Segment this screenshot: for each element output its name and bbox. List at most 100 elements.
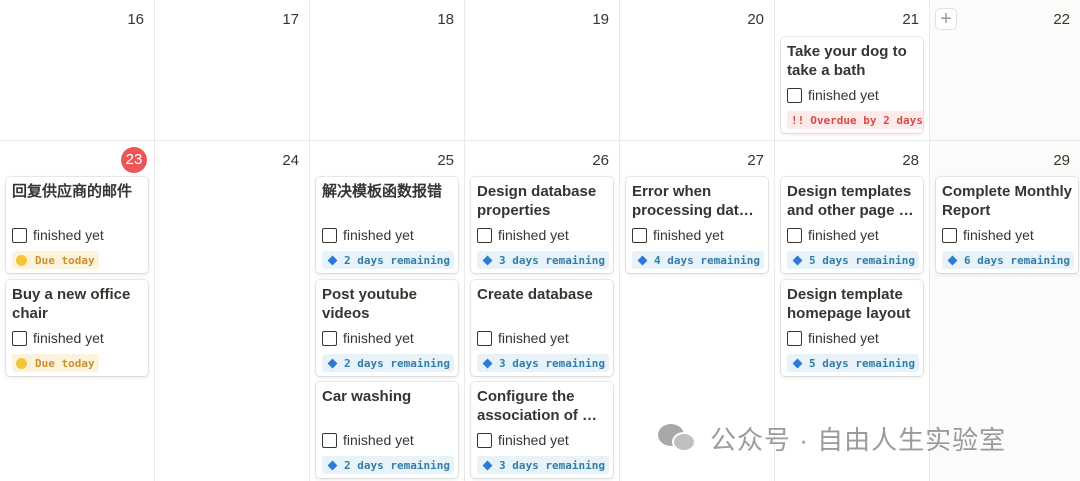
checkbox-row: finished yet (322, 224, 452, 246)
task-title: Car washing (322, 388, 412, 405)
watermark: 公众号 · 自由人生实验室 (658, 420, 1006, 456)
done-checkbox[interactable] (12, 227, 27, 243)
remaining-badge: 5 days remaining (787, 354, 919, 372)
task-title: Buy a new office chair (12, 286, 131, 322)
week-row: 16 17 18 19 20 21 Take your dog to take … (0, 0, 1080, 141)
day-cell-23[interactable]: 23 回复供应商的邮件 finished yet Due today Buy a… (0, 141, 155, 481)
day-cell-16[interactable]: 16 (0, 0, 155, 140)
checkbox-label: finished yet (808, 330, 879, 346)
checkbox-row: finished yet (787, 84, 917, 106)
overdue-badge: !! Overdue by 2 days (787, 111, 923, 129)
day-number: 24 (282, 152, 299, 169)
done-checkbox[interactable] (322, 330, 337, 346)
done-checkbox[interactable] (322, 227, 337, 243)
yellow-dot-icon (16, 357, 27, 369)
day-number: 28 (902, 152, 919, 169)
checkbox-label: finished yet (33, 227, 104, 243)
done-checkbox[interactable] (477, 330, 492, 346)
task-title: Design templates and other page … (787, 183, 914, 219)
day-number: 22 (1053, 11, 1070, 28)
task-card[interactable]: Create database finished yet 3 days rema… (471, 280, 613, 376)
remaining-badge: 3 days remaining (477, 251, 609, 269)
day-cell-24[interactable]: 24 (155, 141, 310, 481)
task-card[interactable]: Complete Monthly Report finished yet 6 d… (936, 177, 1078, 273)
badge-text: 2 days remaining (344, 356, 450, 370)
done-checkbox[interactable] (477, 227, 492, 243)
checkbox-label: finished yet (498, 330, 569, 346)
task-card[interactable]: Design database properties finished yet … (471, 177, 613, 273)
add-task-button[interactable]: + (935, 8, 957, 30)
done-checkbox[interactable] (787, 87, 802, 103)
badge-text: 3 days remaining (499, 253, 605, 267)
task-title: Configure the association of … (477, 388, 598, 424)
day-number: 26 (592, 152, 609, 169)
done-checkbox[interactable] (322, 432, 337, 448)
calendar-board-view: 16 17 18 19 20 21 Take your dog to take … (0, 0, 1080, 481)
day-number: 18 (437, 11, 454, 28)
day-cell-22[interactable]: + 22 (930, 0, 1080, 140)
checkbox-label: finished yet (498, 432, 569, 448)
task-card[interactable]: Car washing finished yet 2 days remainin… (316, 382, 458, 478)
badge-text: 5 days remaining (809, 356, 915, 370)
done-checkbox[interactable] (942, 227, 957, 243)
remaining-badge: 5 days remaining (787, 251, 919, 269)
day-cell-21[interactable]: 21 Take your dog to take a bath finished… (775, 0, 930, 140)
watermark-text: 公众号 · 自由人生实验室 (710, 424, 1007, 455)
day-cell-20[interactable]: 20 (620, 0, 775, 140)
day-cell-18[interactable]: 18 (310, 0, 465, 140)
today-marker: 23 (121, 147, 147, 173)
checkbox-label: finished yet (808, 227, 879, 243)
task-title: Create database (477, 286, 593, 303)
checkbox-row: finished yet (477, 327, 607, 349)
done-checkbox[interactable] (632, 227, 647, 243)
day-number: 29 (1053, 152, 1070, 169)
task-title: Design template homepage layout (787, 286, 911, 322)
checkbox-row: finished yet (12, 224, 142, 246)
checkbox-row: finished yet (787, 224, 917, 246)
task-card[interactable]: Error when processing dat… finished yet … (626, 177, 768, 273)
diamond-icon (327, 358, 338, 368)
task-card[interactable]: Design templates and other page … finish… (781, 177, 923, 273)
due-today-badge: Due today (12, 354, 99, 372)
day-cell-19[interactable]: 19 (465, 0, 620, 140)
task-card[interactable]: Post youtube videos finished yet 2 days … (316, 280, 458, 376)
done-checkbox[interactable] (787, 227, 802, 243)
done-checkbox[interactable] (477, 432, 492, 448)
checkbox-label: finished yet (343, 330, 414, 346)
task-card[interactable]: 回复供应商的邮件 finished yet Due today (6, 177, 148, 273)
diamond-icon (482, 358, 493, 368)
done-checkbox[interactable] (12, 330, 27, 346)
day-number: 19 (592, 11, 609, 28)
day-number: 21 (902, 11, 919, 28)
checkbox-row: finished yet (942, 224, 1072, 246)
badge-text: 3 days remaining (499, 356, 605, 370)
task-title: 解决模板函数报错 (322, 183, 443, 200)
diamond-icon (482, 255, 493, 265)
checkbox-label: finished yet (963, 227, 1034, 243)
badge-text: 4 days remaining (654, 253, 760, 267)
done-checkbox[interactable] (787, 330, 802, 346)
day-number: 17 (282, 11, 299, 28)
checkbox-label: finished yet (808, 87, 879, 103)
day-cell-17[interactable]: 17 (155, 0, 310, 140)
day-cell-26[interactable]: 26 Design database properties finished y… (465, 141, 620, 481)
checkbox-row: finished yet (12, 327, 142, 349)
task-card[interactable]: Configure the association of … finished … (471, 382, 613, 478)
task-card[interactable]: Take your dog to take a bath finished ye… (781, 37, 923, 133)
badge-text: Due today (35, 253, 95, 267)
diamond-icon (327, 255, 338, 265)
wechat-icon (658, 422, 698, 454)
day-number: 27 (747, 152, 764, 169)
checkbox-label: finished yet (33, 330, 104, 346)
task-title: Design database properties (477, 183, 597, 219)
badge-text: Due today (35, 356, 95, 370)
checkbox-label: finished yet (498, 227, 569, 243)
task-card[interactable]: Buy a new office chair finished yet Due … (6, 280, 148, 376)
checkbox-label: finished yet (653, 227, 724, 243)
due-today-badge: Due today (12, 251, 99, 269)
task-card[interactable]: 解决模板函数报错 finished yet 2 days remaining (316, 177, 458, 273)
remaining-badge: 2 days remaining (322, 456, 454, 474)
day-cell-25[interactable]: 25 解决模板函数报错 finished yet 2 days remainin… (310, 141, 465, 481)
task-card[interactable]: Design template homepage layout finished… (781, 280, 923, 376)
checkbox-row: finished yet (632, 224, 762, 246)
